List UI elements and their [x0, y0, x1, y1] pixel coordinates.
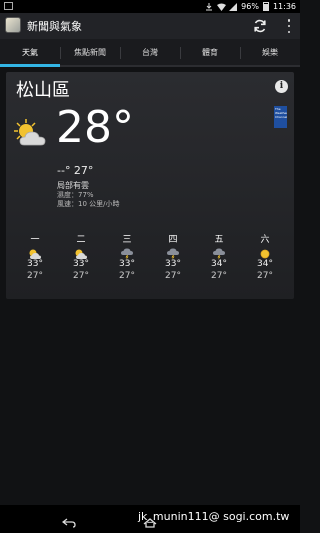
forecast-low: 27° [27, 271, 43, 281]
forecast-row: 一 33° 27° 二 33° 27° 三 33° 27° 四 33° 27° … [6, 232, 294, 282]
forecast-low: 27° [211, 271, 227, 281]
forecast-day[interactable]: 六 34° 27° [245, 232, 285, 282]
current-temperature: 28° [56, 102, 134, 153]
battery-percent: 96% [241, 2, 259, 11]
location-name: 松山區 [16, 80, 70, 101]
tab-entertainment[interactable]: 娛樂 [240, 39, 300, 65]
forecast-day-label: 六 [260, 235, 270, 245]
forecast-high: 34° [257, 259, 273, 269]
forecast-day-label: 二 [76, 235, 86, 245]
forecast-high: 33° [27, 259, 43, 269]
weather-card[interactable]: 松山區 i The Weather Channel 28° --° 27° 局部… [6, 72, 294, 299]
forecast-day[interactable]: 三 33° 27° [107, 232, 147, 282]
action-bar: 新聞與氣象 [0, 13, 300, 39]
app-title: 新聞與氣象 [27, 20, 82, 33]
forecast-day-label: 五 [214, 235, 224, 245]
forecast-day-label: 三 [122, 235, 132, 245]
battery-icon [262, 2, 269, 11]
tab-bar: 天氣 焦點新聞 台灣 體育 娛樂 [0, 39, 300, 67]
screenshot-notification-icon [4, 2, 13, 10]
tab-top-news[interactable]: 焦點新聞 [60, 39, 120, 65]
weather-channel-logo[interactable]: The Weather Channel [274, 106, 287, 128]
partly-cloudy-icon [74, 245, 88, 259]
thunderstorm-icon [166, 245, 180, 260]
forecast-low: 27° [257, 271, 273, 281]
partly-cloudy-icon [28, 245, 42, 259]
forecast-low: 27° [119, 271, 135, 281]
tab-weather[interactable]: 天氣 [0, 39, 60, 67]
forecast-day[interactable]: 一 33° 27° [15, 232, 55, 282]
info-icon[interactable]: i [275, 80, 288, 93]
sunny-icon [258, 245, 272, 259]
refresh-icon[interactable] [252, 18, 268, 34]
partly-cloudy-icon [14, 118, 50, 148]
forecast-day-label: 四 [168, 235, 178, 245]
tab-sports[interactable]: 體育 [180, 39, 240, 65]
forecast-day[interactable]: 五 34° 27° [199, 232, 239, 282]
status-bar: 96% 11:36 [0, 0, 300, 13]
forecast-low: 27° [165, 271, 181, 281]
forecast-day[interactable]: 二 33° 27° [61, 232, 101, 282]
forecast-high: 34° [211, 259, 227, 269]
forecast-day-label: 一 [30, 235, 40, 245]
back-icon[interactable] [61, 513, 76, 528]
tab-taiwan[interactable]: 台灣 [120, 39, 180, 65]
download-icon [205, 2, 213, 11]
high-low-temperature: --° 27° [57, 164, 94, 177]
forecast-day[interactable]: 四 33° 27° [153, 232, 193, 282]
app-logo-icon[interactable] [5, 17, 21, 33]
wind-text: 風速：10 公里/小時 [57, 200, 120, 208]
forecast-high: 33° [73, 259, 89, 269]
wifi-icon [217, 3, 227, 11]
overflow-menu-icon[interactable] [286, 19, 292, 33]
clock: 11:36 [272, 2, 296, 11]
signal-icon [229, 2, 238, 11]
thunderstorm-icon [212, 245, 226, 260]
forecast-high: 33° [119, 259, 135, 269]
thunderstorm-icon [120, 245, 134, 260]
watermark: jk_munin111@ sogi.com.tw [138, 510, 290, 523]
forecast-low: 27° [73, 271, 89, 281]
forecast-high: 33° [165, 259, 181, 269]
